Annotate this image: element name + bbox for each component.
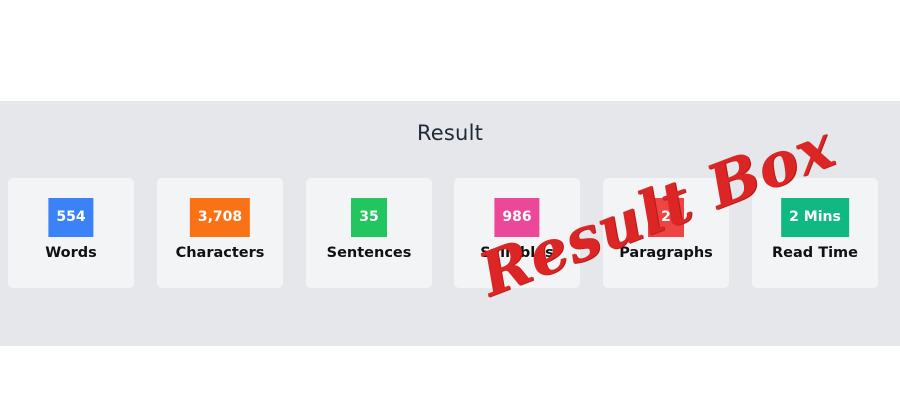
stat-card-words: 554 Words: [8, 178, 134, 288]
sentences-label: Sentences: [326, 245, 412, 261]
characters-label: Characters: [175, 245, 265, 261]
stat-card-characters: 3,708 Characters: [157, 178, 283, 288]
stat-card-sentences: 35 Sentences: [306, 178, 432, 288]
page: Result 554 Words 3,708 Characters 35 Sen…: [0, 0, 900, 400]
read-time-label: Read Time: [771, 245, 859, 261]
sentences-count-badge: 35: [351, 198, 387, 237]
words-count-badge: 554: [48, 198, 94, 237]
characters-count-badge: 3,708: [189, 198, 251, 237]
words-label: Words: [45, 245, 97, 261]
read-time-badge: 2 Mins: [781, 198, 849, 237]
